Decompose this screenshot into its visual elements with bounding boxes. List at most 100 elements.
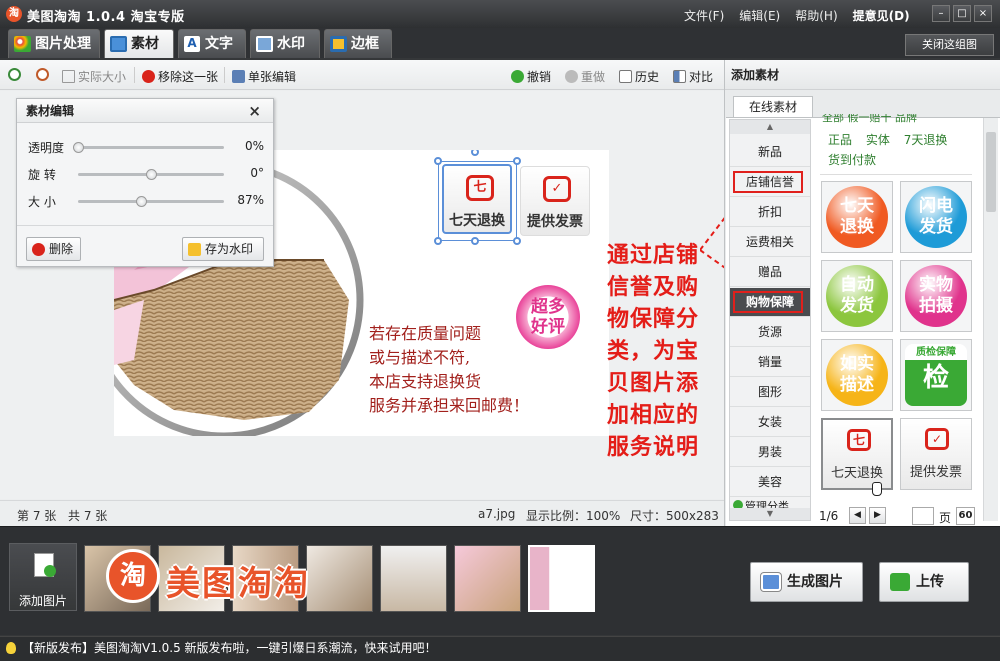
undo-label: 撤销 [527,70,552,84]
next-page-button[interactable]: ▶ [869,507,886,524]
selection-handle[interactable] [434,237,442,245]
menu-help[interactable]: 帮助(H) [795,7,837,24]
category-item[interactable]: 折扣 [730,198,810,227]
category-scroll-down-button[interactable]: ▼ [730,508,810,520]
history-button[interactable]: 历史 [619,68,659,85]
badge-invoice[interactable]: ✓ 提供发票 [520,166,590,236]
thumbnail[interactable] [454,545,521,612]
category-item[interactable]: 销量 [730,348,810,377]
menu-file[interactable]: 文件(F) [684,7,724,24]
compare-label: 对比 [689,70,714,84]
material-item[interactable]: 七七天退换 [821,418,893,490]
selection-handle[interactable] [513,157,521,165]
thumbnail[interactable] [380,545,447,612]
palette-icon [14,36,31,52]
generate-image-button[interactable]: 生成图片 [750,562,863,602]
hand-cursor-icon [872,482,882,496]
per-page-box[interactable]: 60 [956,507,975,525]
category-item[interactable]: 美容 [730,468,810,497]
material-item[interactable]: 质检保障检 [900,339,972,411]
compare-button[interactable]: 对比 [673,68,713,85]
prev-page-button[interactable]: ◀ [849,507,866,524]
category-item[interactable]: 赠品 [730,258,810,287]
category-item[interactable]: 男装 [730,438,810,467]
minimize-button[interactable]: – [932,5,950,22]
material-line1: 闪电 [919,196,953,216]
category-item[interactable]: 运费相关 [730,228,810,257]
tab-border[interactable]: 边框 [324,29,392,58]
redo-button[interactable]: 重做 [565,68,605,85]
tag-link[interactable]: 正品 [828,133,852,147]
tab-image-processing[interactable]: 图片处理 [8,29,100,58]
editor-close-button[interactable]: × [248,102,261,120]
slider-knob[interactable] [135,196,147,207]
tab-watermark[interactable]: 水印 [250,29,320,58]
material-scrollbar[interactable] [983,118,998,521]
tab-text[interactable]: A 文字 [178,29,246,58]
tab-online-material[interactable]: 在线素材 [733,96,813,118]
save-as-watermark-label: 存为水印 [205,242,254,256]
actual-size-icon [62,70,75,83]
category-item[interactable]: 图形 [730,378,810,407]
tag-link[interactable]: 实体 [866,133,890,147]
selection-handle[interactable] [513,237,521,245]
rotate-label: 旋 转 [28,168,56,182]
zoom-in-button[interactable] [8,68,24,82]
opacity-slider[interactable] [73,142,224,153]
page-input[interactable] [912,507,934,525]
close-group-button[interactable]: 关闭这组图 [905,34,994,56]
close-window-button[interactable]: × [974,5,992,22]
news-text[interactable]: 【新版发布】美图淘淘V1.0.5 新版发布啦，一键引爆日系潮流，快来试用吧！ [22,641,437,655]
category-item[interactable]: 女装 [730,408,810,437]
add-material-panel: 添加素材 在线素材 ▲ 新品 店铺信誉 折扣 运费相关 赠品 购物保障 货源 销… [724,60,1000,526]
material-item[interactable]: 自动 发货 [821,260,893,332]
edit-toolbar: 实际大小 移除这一张 单张编辑 撤销 重做 历史 对比 [0,60,724,90]
rotate-slider[interactable] [78,169,224,180]
service-text-line: 若存在质量问题 [369,324,482,343]
delete-button[interactable]: 删除 [26,237,81,261]
category-store-reputation[interactable]: 店铺信誉 [730,168,810,197]
single-edit-button[interactable]: 单张编辑 [232,68,296,85]
thumbnail-selected[interactable] [528,545,595,612]
category-item[interactable]: 货源 [730,318,810,347]
material-item[interactable]: 闪电 发货 [900,181,972,253]
bulb-icon [6,642,16,654]
remove-icon [142,70,155,83]
news-bar[interactable]: 【新版发布】美图淘淘V1.0.5 新版发布啦，一键引爆日系潮流，快来试用吧！ [0,636,1000,661]
material-item[interactable]: ✓ 提供发票 [900,418,972,490]
material-item[interactable]: 如实 描述 [821,339,893,411]
undo-button[interactable]: 撤销 [511,68,551,85]
maximize-button[interactable]: □ [953,5,971,22]
add-picture-button[interactable]: 添加图片 [9,543,77,611]
title-bar: 淘 美图淘淘 1.0.4 淘宝专版 文件(F) 编辑(E) 帮助(H) 提意见(… [0,0,1000,28]
actual-size-button[interactable]: 实际大小 [62,68,126,85]
menu-edit[interactable]: 编辑(E) [739,7,780,24]
selection-box[interactable] [438,161,517,241]
service-text-line: 本店支持退换货 [369,372,482,391]
tab-material[interactable]: 素材 [104,29,174,58]
tag-link[interactable]: 7天退换 [904,133,948,147]
slider-knob[interactable] [73,142,84,153]
rotate-value: 0° [250,166,264,180]
size-slider[interactable] [78,196,224,207]
category-scroll-up-button[interactable]: ▲ [730,120,810,134]
tag-link[interactable]: 货到付款 [828,153,876,167]
material-item[interactable]: 实物 拍摄 [900,260,972,332]
logo-text: 美图淘淘 [166,564,310,604]
tags-top-row[interactable]: 全部 假一赔十 品牌 [822,114,917,123]
save-as-watermark-button[interactable]: 存为水印 [182,237,264,261]
watermark-icon [256,36,273,52]
material-line1: 实物 [919,275,953,295]
upload-button[interactable]: 上传 [879,562,969,602]
material-item[interactable]: 七天 退换 [821,181,893,253]
material-line2: 拍摄 [919,296,953,316]
category-shopping-guarantee[interactable]: 购物保障 [730,288,810,317]
scroll-thumb[interactable] [986,132,996,212]
slider-knob[interactable] [146,169,157,180]
zoom-out-button[interactable] [36,68,52,82]
selection-handle[interactable] [434,157,442,165]
category-item[interactable]: 新品 [730,138,810,167]
menu-feedback[interactable]: 提意见(D) [853,7,910,24]
remove-this-button[interactable]: 移除这一张 [142,68,218,85]
selection-handle[interactable] [471,237,479,245]
